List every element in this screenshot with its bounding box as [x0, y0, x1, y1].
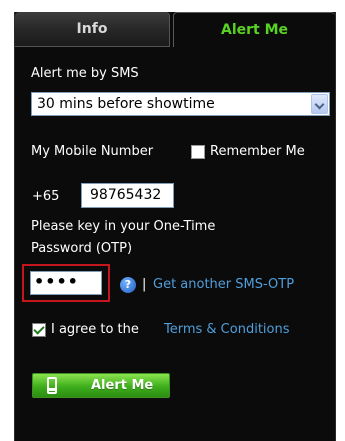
otp-input[interactable]: ••••: [30, 271, 102, 295]
sms-timing-value: 30 mins before showtime: [37, 96, 215, 112]
sms-label: Alert me by SMS: [31, 66, 139, 81]
otp-error-highlight: ••••: [22, 264, 110, 302]
sms-timing-select[interactable]: 30 mins before showtime: [31, 92, 330, 116]
resend-otp-link[interactable]: Get another SMS-OTP: [153, 277, 294, 292]
chevron-down-icon[interactable]: [311, 94, 328, 114]
agree-text: I agree to the: [51, 322, 139, 337]
link-separator: |: [142, 277, 147, 292]
mobile-number-input[interactable]: 98765432: [81, 183, 174, 208]
remember-me-checkbox[interactable]: [191, 145, 205, 159]
alert-panel: Info Alert Me Alert me by SMS 30 mins be…: [14, 12, 336, 441]
tab-alert-me[interactable]: Alert Me: [173, 12, 335, 47]
otp-prompt-line1: Please key in your One-Time: [31, 219, 216, 234]
tab-bar: Info Alert Me: [15, 12, 335, 47]
mobile-number-label: My Mobile Number: [31, 144, 154, 159]
tab-info[interactable]: Info: [15, 12, 170, 47]
help-icon[interactable]: ?: [120, 277, 136, 293]
alert-me-button[interactable]: Alert Me: [32, 373, 170, 398]
terms-link[interactable]: Terms & Conditions: [164, 322, 290, 337]
agree-terms-checkbox[interactable]: [32, 323, 46, 337]
alert-me-button-label: Alert Me: [91, 378, 154, 393]
mobile-phone-icon: [47, 377, 57, 394]
page: Info Alert Me Alert me by SMS 30 mins be…: [0, 0, 345, 441]
country-code: +65: [32, 189, 60, 204]
otp-prompt-line2: Password (OTP): [31, 241, 133, 256]
remember-me-label: Remember Me: [210, 144, 305, 159]
